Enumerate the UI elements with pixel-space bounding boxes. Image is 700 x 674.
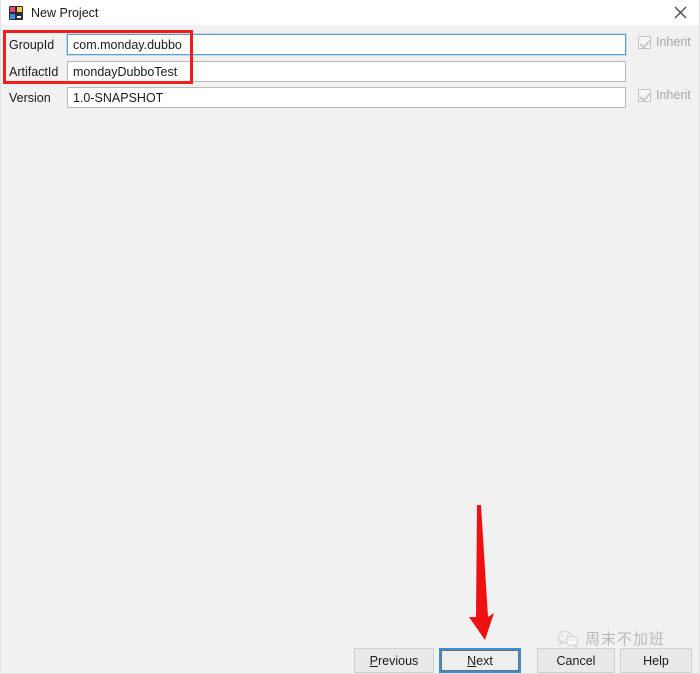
version-input[interactable] [67, 87, 626, 108]
red-down-arrow [469, 505, 494, 640]
artifactid-input[interactable] [67, 61, 626, 82]
watermark-text: 周末不加班 [585, 631, 666, 648]
groupid-inherit-group[interactable]: Inherit [638, 35, 691, 49]
previous-button-mnemonic: P [369, 653, 379, 668]
version-inherit-label: Inherit [656, 88, 691, 102]
version-inherit-checkbox[interactable] [638, 88, 651, 102]
intellij-idea-icon [9, 5, 23, 20]
cancel-button[interactable]: Cancel [537, 648, 615, 673]
version-row: Version Inherit [1, 84, 699, 111]
new-project-dialog: New Project GroupId Inherit ArtifactId V… [0, 0, 700, 674]
window-title: New Project [31, 5, 99, 20]
version-inherit-group[interactable]: Inherit [638, 88, 691, 102]
version-label: Version [9, 90, 51, 105]
help-button[interactable]: Help [620, 648, 692, 673]
artifactid-label: ArtifactId [9, 64, 59, 79]
title-bar: New Project [1, 0, 699, 25]
wechat-icon [557, 630, 579, 648]
next-button-label: ext [476, 653, 493, 668]
help-button-label: Help [643, 653, 669, 668]
close-icon[interactable] [659, 0, 699, 25]
next-button[interactable]: Next [439, 648, 521, 673]
groupid-inherit-checkbox[interactable] [638, 35, 651, 49]
previous-button[interactable]: Previous [354, 648, 434, 673]
groupid-inherit-label: Inherit [656, 35, 691, 49]
artifactid-row: ArtifactId [1, 58, 699, 85]
groupid-row: GroupId Inherit [1, 31, 699, 58]
groupid-input[interactable] [67, 34, 626, 55]
dialog-button-bar: Previous Next Cancel Help [1, 648, 699, 673]
previous-button-label: revious [378, 653, 419, 668]
next-button-mnemonic: N [467, 653, 477, 668]
watermark: 周末不加班 [557, 628, 665, 649]
groupid-label: GroupId [9, 37, 55, 52]
cancel-button-label: Cancel [556, 653, 596, 668]
